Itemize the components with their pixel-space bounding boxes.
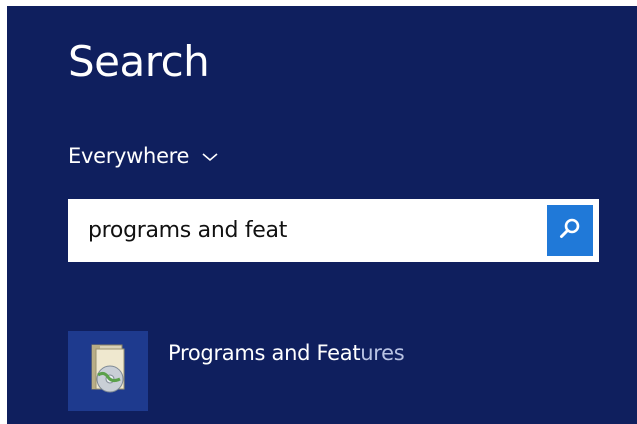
result-label: Programs and Features <box>168 341 405 365</box>
result-label-matched: Programs and Feat <box>168 341 361 365</box>
programs-and-features-icon <box>80 339 136 404</box>
result-label-rest: ures <box>360 341 405 365</box>
search-pane: Search Everywhere programs and feat Prog… <box>7 6 637 424</box>
result-tile <box>68 331 148 411</box>
search-result-item[interactable]: Programs and Features <box>68 331 628 413</box>
search-title: Search <box>68 37 210 86</box>
search-scope-dropdown[interactable]: Everywhere <box>68 141 219 171</box>
search-box <box>68 199 599 262</box>
search-input[interactable] <box>88 199 528 262</box>
search-button[interactable] <box>547 205 593 256</box>
magnifier-icon <box>558 216 582 245</box>
chevron-down-icon <box>201 150 219 162</box>
search-scope-label: Everywhere <box>68 144 190 168</box>
